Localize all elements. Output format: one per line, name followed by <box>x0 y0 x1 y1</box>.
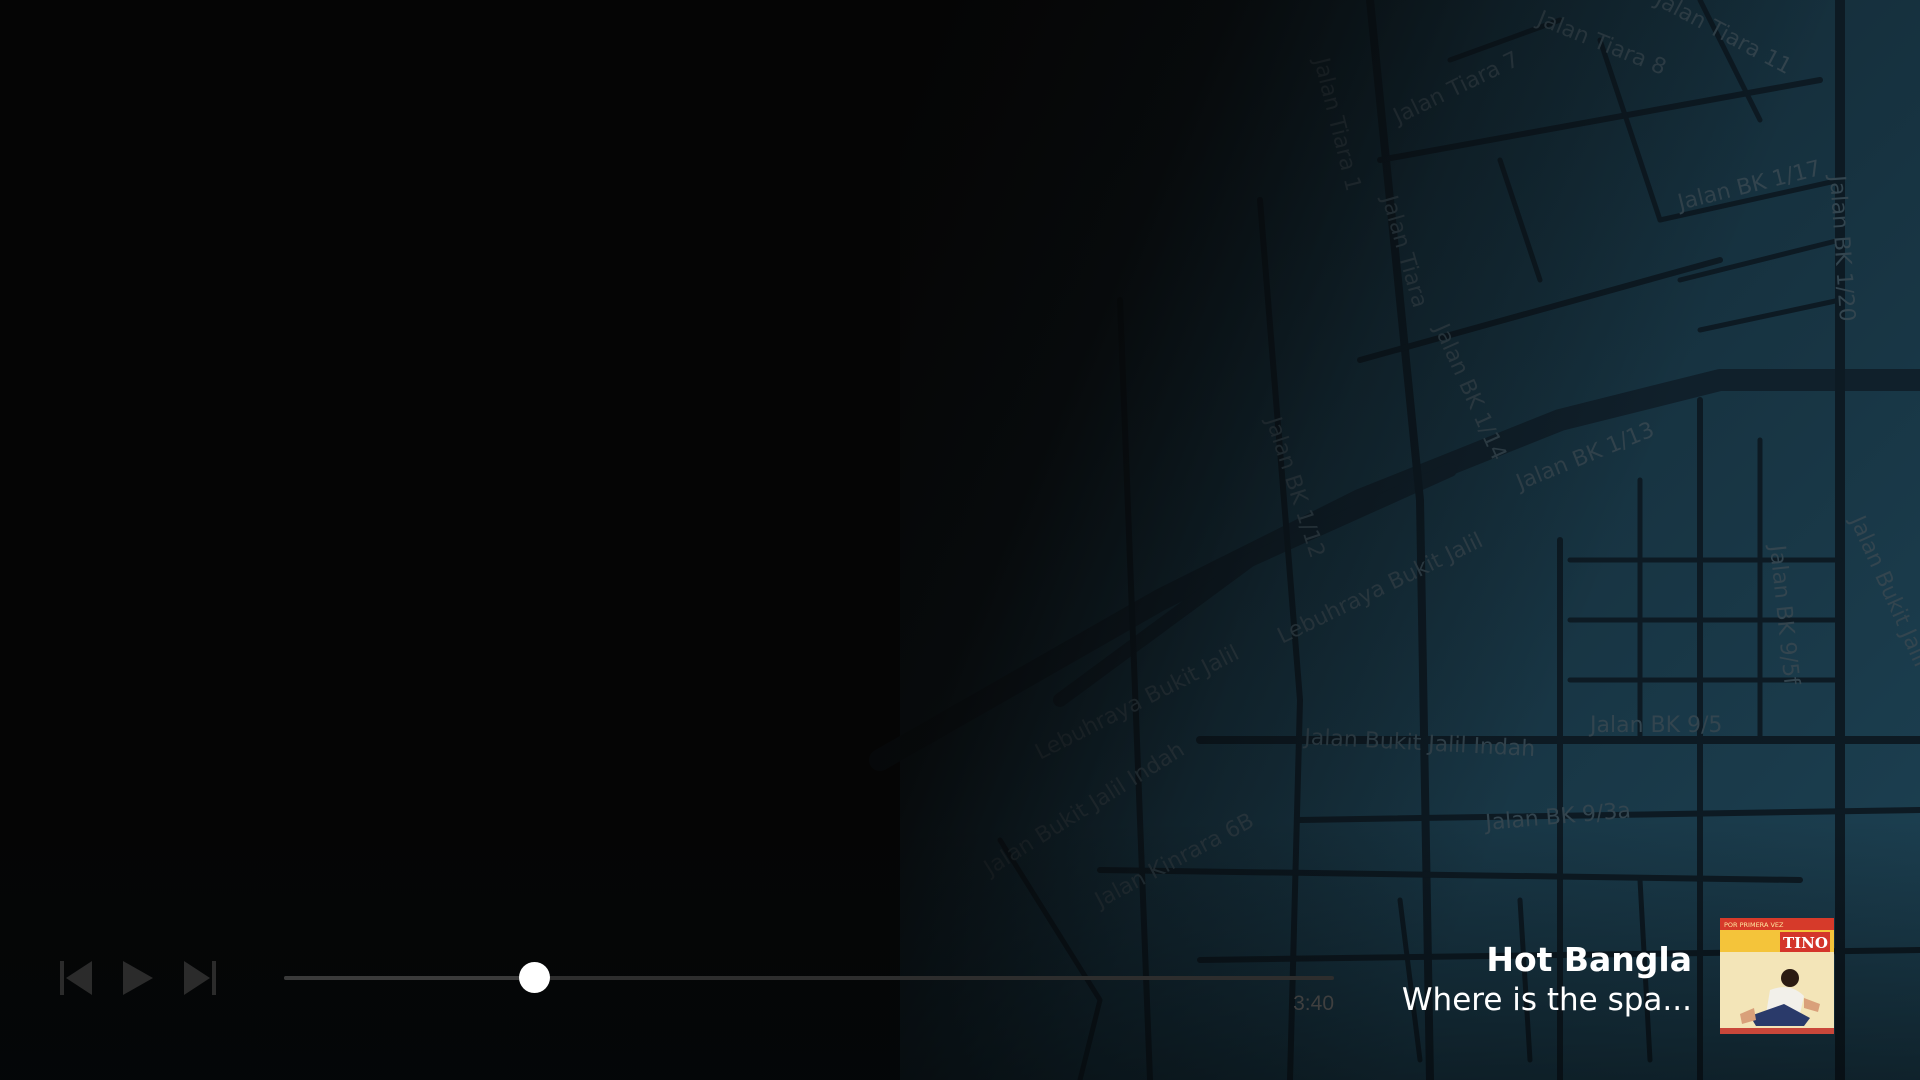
skip-next-icon <box>184 961 216 995</box>
play-button[interactable] <box>120 958 156 998</box>
track-subtitle: Where is the spa... <box>1401 982 1692 1018</box>
previous-button[interactable] <box>58 958 94 998</box>
album-banner-text: POR PRIMERA VEZ <box>1724 921 1784 929</box>
track-title: Hot Bangla <box>1486 940 1692 979</box>
album-cover-image: POR PRIMERA VEZ TINO <box>1720 918 1834 1034</box>
play-icon <box>123 961 153 995</box>
album-artist-text: TINO <box>1783 934 1828 952</box>
seek-bar[interactable] <box>284 962 1334 993</box>
album-art[interactable]: POR PRIMERA VEZ TINO <box>1720 918 1834 1034</box>
seek-bar-progress <box>284 976 534 980</box>
track-duration: 3:40 <box>1293 992 1334 1015</box>
street-label: Jalan BK 9/5 <box>1588 713 1722 738</box>
next-button[interactable] <box>182 958 218 998</box>
skip-previous-icon <box>60 961 92 995</box>
transport-controls <box>58 958 218 998</box>
map-background: Jalan Tiara 8 Jalan Tiara 11 Jalan Tiara… <box>869 0 1920 1080</box>
seek-bar-thumb[interactable] <box>518 962 550 993</box>
now-playing-info[interactable]: Hot Bangla Where is the spa... <box>1402 940 1692 1020</box>
media-player-screen: Jalan Tiara 8 Jalan Tiara 11 Jalan Tiara… <box>0 0 1920 1080</box>
